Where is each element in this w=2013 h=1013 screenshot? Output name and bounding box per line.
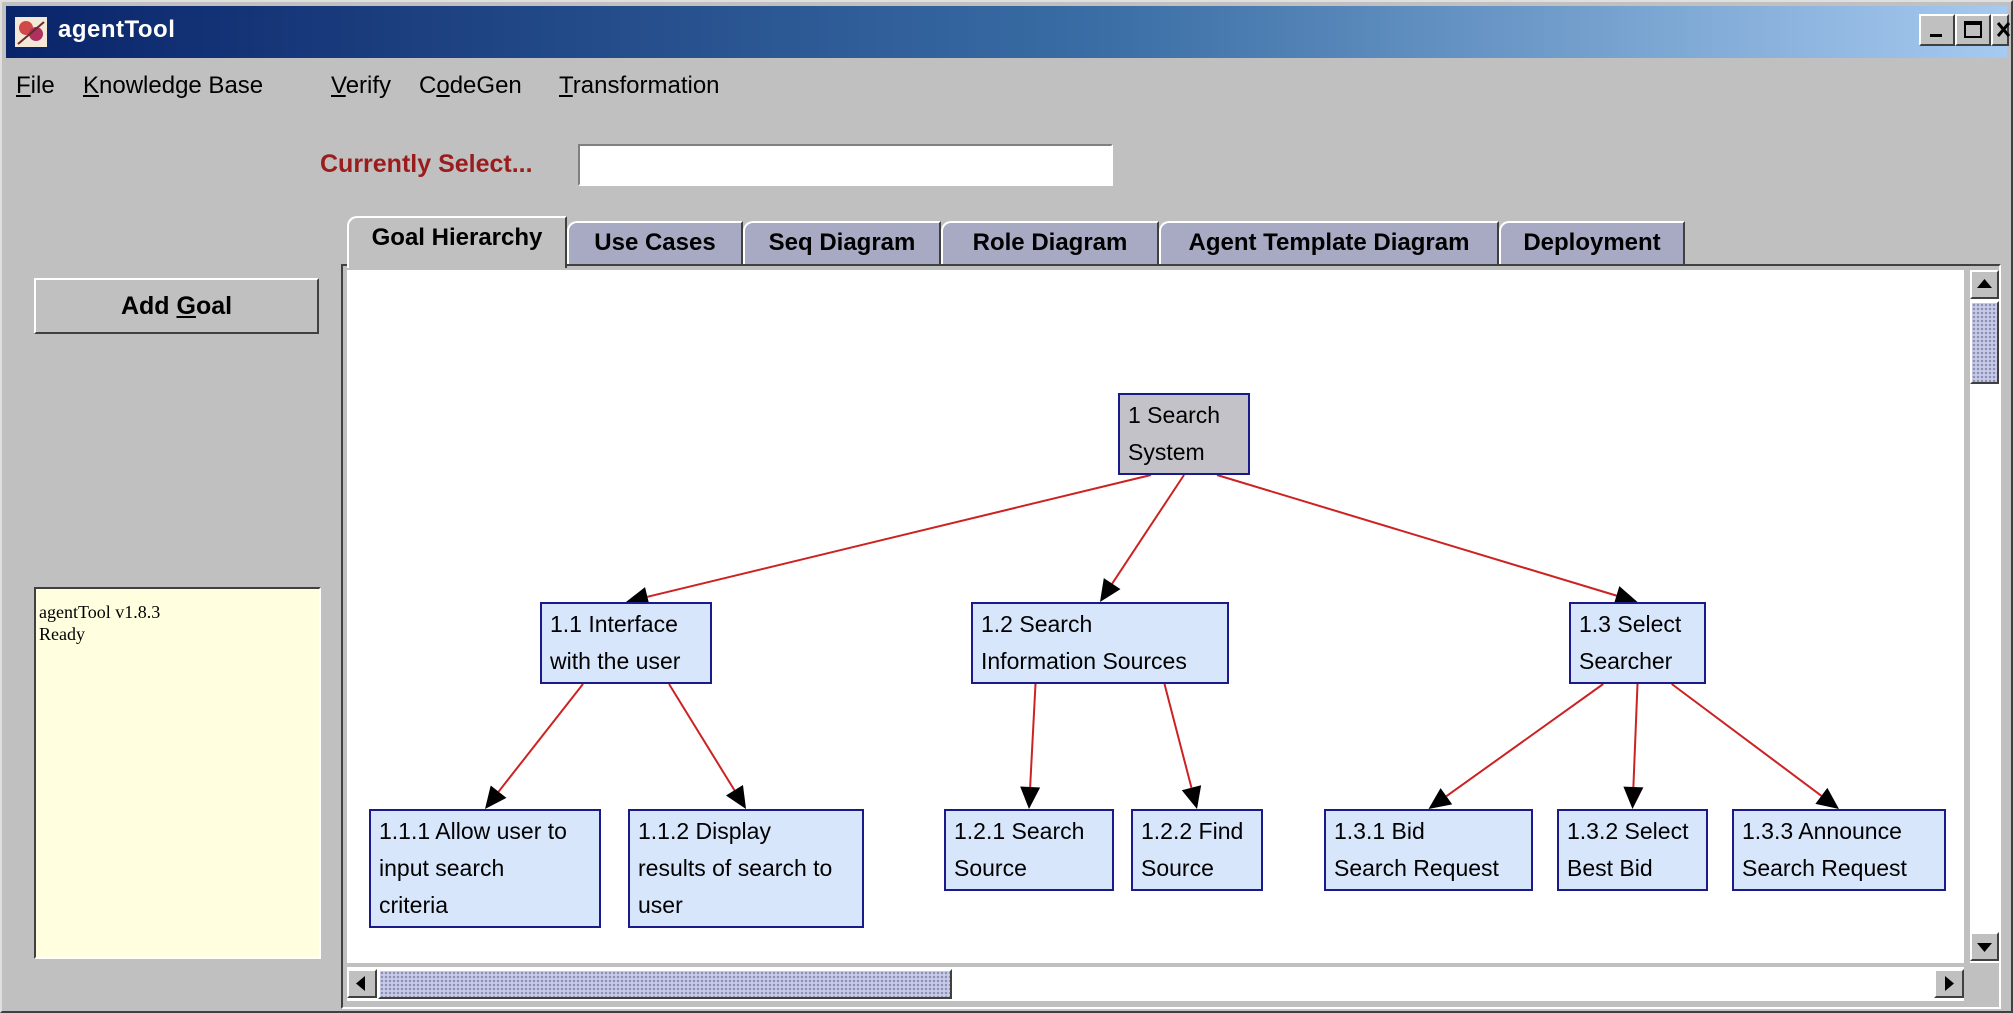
goal-node-text: 1.3.1 Bid — [1334, 818, 1425, 844]
goal-edge — [1029, 683, 1037, 788]
horizontal-scroll-thumb[interactable] — [378, 969, 952, 999]
tab-seq-diagram[interactable]: Seq Diagram — [743, 221, 941, 266]
goal-node-text: 1 Search — [1128, 402, 1221, 428]
arrowhead-icon — [1100, 578, 1121, 602]
goal-node-1-1-2[interactable]: 1.1.2 Display results of search to user — [628, 809, 864, 928]
goal-node-text: 1.2 Search — [981, 611, 1093, 637]
arrowhead-icon — [1181, 785, 1202, 809]
goal-edge — [668, 683, 736, 791]
arrowhead-icon — [1020, 786, 1041, 809]
goal-hierarchy-panel: 1 Search System 1.1 Interface with the use… — [341, 264, 2001, 1009]
menu-codegen[interactable]: CodeGen — [419, 72, 522, 100]
menu-verify[interactable]: Verify — [331, 72, 391, 100]
status-line: agentTool v1.8.3 — [39, 602, 161, 622]
horizontal-scrollbar[interactable] — [347, 967, 1964, 1001]
goal-node-1-1-1[interactable]: 1.1.1 Allow user to input search criteria — [369, 809, 601, 928]
goal-node-text: input search — [379, 855, 505, 881]
arrow-left-icon — [356, 976, 365, 991]
goal-node-text: 1.1.1 Allow user to — [379, 818, 567, 844]
goal-node-1-3-2[interactable]: 1.3.2 Select Best Bid — [1557, 809, 1708, 891]
arrow-down-icon — [1977, 943, 1992, 952]
currently-selected-label: Currently Select... — [320, 150, 533, 178]
status-line: Ready — [39, 624, 85, 644]
scroll-right-button[interactable] — [1934, 969, 1964, 998]
goal-node-text: criteria — [379, 892, 449, 918]
goal-edge — [1632, 683, 1639, 788]
goal-node-text: 1.1.2 Display — [638, 818, 771, 844]
goal-node-1-2[interactable]: 1.2 Search Information Sources — [971, 602, 1229, 684]
title-bar[interactable]: agentTool — [6, 6, 2011, 58]
goal-node-1-3[interactable]: 1.3 Select Searcher — [1569, 602, 1706, 684]
goal-node-text: user — [638, 892, 683, 918]
goal-edge — [1111, 474, 1185, 585]
currently-selected-field[interactable] — [578, 144, 1113, 186]
goal-edge — [497, 683, 584, 793]
window-title: agentTool — [58, 16, 176, 43]
arrowhead-icon — [485, 785, 507, 809]
tab-role-diagram[interactable]: Role Diagram — [941, 221, 1159, 266]
maximize-button[interactable] — [1955, 14, 1991, 46]
minimize-icon — [1930, 34, 1942, 37]
goal-node-1-2-1[interactable]: 1.2.1 Search Source — [944, 809, 1114, 891]
goal-node-1-3-3[interactable]: 1.3.3 Announce Search Request — [1732, 809, 1946, 891]
goal-node-text: Source — [954, 855, 1027, 881]
goal-node-text: Search Request — [1334, 855, 1499, 881]
close-button[interactable] — [1991, 14, 2011, 46]
goal-hierarchy-canvas[interactable]: 1 Search System 1.1 Interface with the use… — [347, 270, 1964, 963]
close-icon — [1997, 22, 2011, 37]
tab-use-cases[interactable]: Use Cases — [567, 221, 743, 266]
goal-edge — [1163, 683, 1193, 788]
goal-edge — [1671, 683, 1822, 797]
vertical-scroll-thumb[interactable] — [1970, 301, 1999, 384]
goal-node-text: System — [1128, 439, 1205, 465]
tab-agent-template-diagram[interactable]: Agent Template Diagram — [1159, 221, 1499, 266]
scroll-down-button[interactable] — [1970, 932, 1999, 961]
menu-file[interactable]: File — [16, 72, 55, 100]
goal-node-text: Search Request — [1742, 855, 1907, 881]
scroll-corner — [1970, 967, 1999, 1001]
arrowhead-icon — [1623, 786, 1644, 809]
goal-node-text: results of search to — [638, 855, 833, 881]
app-icon — [15, 17, 47, 47]
status-log: agentTool v1.8.3 Ready — [34, 587, 321, 959]
goal-node-text: Best Bid — [1567, 855, 1653, 881]
goal-node-1[interactable]: 1 Search System — [1118, 393, 1250, 475]
goal-node-text: 1.3.2 Select — [1567, 818, 1689, 844]
arrow-right-icon — [1945, 976, 1954, 991]
vertical-scrollbar[interactable] — [1970, 270, 1999, 963]
minimize-button[interactable] — [1919, 14, 1955, 46]
goal-edge — [647, 474, 1152, 598]
arrow-up-icon — [1977, 279, 1992, 288]
goal-node-1-3-1[interactable]: 1.3.1 Bid Search Request — [1324, 809, 1533, 891]
goal-node-text: 1.2.2 Find — [1141, 818, 1244, 844]
arrowhead-icon — [1815, 787, 1839, 809]
menu-knowledge-base[interactable]: Knowledge Base — [83, 72, 263, 100]
app-window: agentTool File Knowledge Base Verify Cod… — [0, 0, 2013, 1013]
goal-edge — [1216, 474, 1617, 597]
scroll-left-button[interactable] — [347, 969, 377, 998]
goal-node-text: Information Sources — [981, 648, 1187, 674]
goal-node-text: 1.3 Select — [1579, 611, 1682, 637]
scroll-up-button[interactable] — [1970, 270, 1999, 299]
goal-node-text: 1.3.3 Announce — [1742, 818, 1902, 844]
goal-node-text: 1.2.1 Search — [954, 818, 1085, 844]
goal-edge — [1445, 683, 1604, 798]
add-goal-button[interactable]: Add Goal — [34, 278, 319, 334]
goal-node-1-2-2[interactable]: 1.2.2 Find Source — [1131, 809, 1263, 891]
goal-node-1-1[interactable]: 1.1 Interface with the user — [540, 602, 712, 684]
goal-node-text: Searcher — [1579, 648, 1673, 674]
arrowhead-icon — [1428, 788, 1453, 809]
tab-deployment[interactable]: Deployment — [1499, 221, 1685, 266]
menu-bar: File Knowledge Base Verify CodeGen Trans… — [6, 64, 2007, 104]
goal-node-text: Source — [1141, 855, 1214, 881]
goal-node-text: 1.1 Interface — [550, 611, 678, 637]
menu-transformation[interactable]: Transformation — [559, 72, 720, 100]
goal-node-text: with the user — [550, 648, 681, 674]
tab-goal-hierarchy[interactable]: Goal Hierarchy — [347, 216, 567, 268]
arrowhead-icon — [725, 785, 746, 809]
maximize-icon — [1964, 21, 1982, 38]
